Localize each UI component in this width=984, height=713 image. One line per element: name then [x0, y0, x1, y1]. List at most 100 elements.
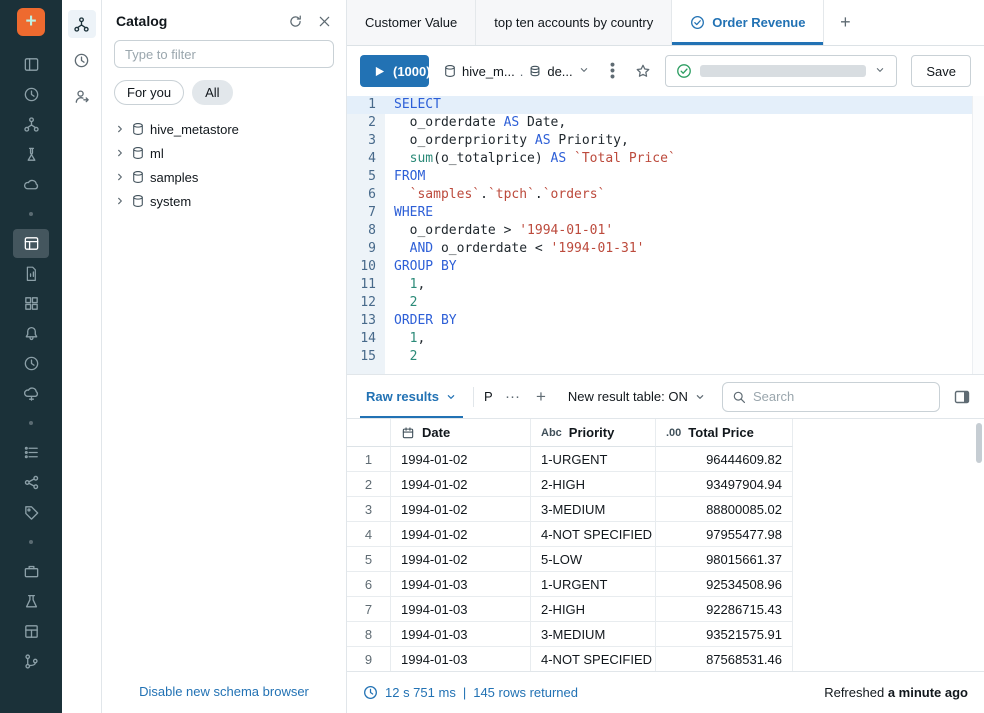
workflows-icon[interactable] [13, 140, 49, 169]
compute-icon[interactable] [13, 170, 49, 199]
table-row[interactable]: 41994-01-024-NOT SPECIFIED97955477.98 [347, 522, 793, 547]
share-icon[interactable] [68, 82, 96, 110]
table-row[interactable]: 31994-01-023-MEDIUM88800085.02 [347, 497, 793, 522]
add-visualization-button[interactable]: + [528, 387, 554, 407]
catalog-schema-selector[interactable]: hive_m... . de... [443, 64, 590, 79]
history-icon[interactable] [68, 46, 96, 74]
apps-icon[interactable] [13, 617, 49, 646]
filter-pill-all[interactable]: All [192, 80, 232, 105]
date-cell[interactable]: 1994-01-02 [391, 497, 531, 522]
filter-pill-for-you[interactable]: For you [114, 80, 184, 105]
tree-item-system[interactable]: system [102, 189, 346, 213]
row-number-cell[interactable]: 7 [347, 597, 391, 622]
new-button[interactable]: + [17, 8, 45, 36]
priority-cell[interactable]: 2-HIGH [531, 597, 656, 622]
editor-line[interactable]: 3 o_orderpriority AS Priority, [347, 132, 984, 150]
chevron-right-icon[interactable] [114, 171, 126, 183]
tab-top-ten-accounts[interactable]: top ten accounts by country [476, 0, 672, 45]
search-input[interactable] [753, 389, 930, 404]
table-row[interactable]: 11994-01-021-URGENT96444609.82 [347, 447, 793, 472]
priority-cell[interactable]: 1-URGENT [531, 447, 656, 472]
editor-line[interactable]: 13ORDER BY [347, 312, 984, 330]
more-options-icon[interactable]: ••• [605, 62, 621, 80]
chevron-right-icon[interactable] [114, 147, 126, 159]
row-number-cell[interactable]: 1 [347, 447, 391, 472]
sql-editor-icon[interactable] [13, 229, 49, 258]
catalog-filter-input[interactable] [114, 40, 334, 68]
warehouse-selector[interactable] [665, 55, 897, 87]
workspace-icon[interactable] [13, 50, 49, 79]
tree-item-hive_metastore[interactable]: hive_metastore [102, 117, 346, 141]
row-number-cell[interactable]: 2 [347, 472, 391, 497]
total-price-cell[interactable]: 93521575.91 [656, 622, 793, 647]
total-price-cell[interactable]: 92286715.43 [656, 597, 793, 622]
column-header-total-price[interactable]: .00 Total Price [656, 419, 793, 447]
schema-browser-icon[interactable] [68, 10, 96, 38]
priority-cell[interactable]: 5-LOW [531, 547, 656, 572]
tree-item-samples[interactable]: samples [102, 165, 346, 189]
repos-icon[interactable] [13, 647, 49, 676]
tree-item-ml[interactable]: ml [102, 141, 346, 165]
tab-truncated[interactable]: P [484, 389, 497, 404]
table-row[interactable]: 71994-01-032-HIGH92286715.43 [347, 597, 793, 622]
priority-cell[interactable]: 3-MEDIUM [531, 497, 656, 522]
editor-line[interactable]: 12 2 [347, 294, 984, 312]
editor-line[interactable]: 9 AND o_orderdate < '1994-01-31' [347, 240, 984, 258]
date-cell[interactable]: 1994-01-02 [391, 472, 531, 497]
editor-line[interactable]: 5FROM [347, 168, 984, 186]
side-panel-toggle-icon[interactable] [953, 388, 971, 406]
recents-icon[interactable] [13, 80, 49, 109]
feature-store-icon[interactable] [13, 498, 49, 527]
total-price-cell[interactable]: 98015661.37 [656, 547, 793, 572]
alerts-icon[interactable] [13, 319, 49, 348]
partner-connect-icon[interactable] [13, 557, 49, 586]
star-icon[interactable] [635, 63, 651, 79]
job-runs-icon[interactable] [13, 438, 49, 467]
editor-line[interactable]: 15 2 [347, 348, 984, 366]
sql-editor[interactable]: 1SELECT2 o_orderdate AS Date,3 o_orderpr… [347, 96, 984, 375]
priority-cell[interactable]: 3-MEDIUM [531, 622, 656, 647]
save-button[interactable]: Save [911, 55, 971, 87]
column-header-priority[interactable]: Abc Priority [531, 419, 656, 447]
chevron-right-icon[interactable] [114, 195, 126, 207]
date-cell[interactable]: 1994-01-02 [391, 522, 531, 547]
refresh-icon[interactable] [288, 14, 303, 29]
total-price-cell[interactable]: 92534508.96 [656, 572, 793, 597]
date-cell[interactable]: 1994-01-02 [391, 447, 531, 472]
table-row[interactable]: 61994-01-031-URGENT92534508.96 [347, 572, 793, 597]
editor-line[interactable]: 11 1, [347, 276, 984, 294]
date-cell[interactable]: 1994-01-03 [391, 647, 531, 671]
row-number-cell[interactable]: 5 [347, 547, 391, 572]
total-price-cell[interactable]: 96444609.82 [656, 447, 793, 472]
table-row[interactable]: 51994-01-025-LOW98015661.37 [347, 547, 793, 572]
priority-cell[interactable]: 4-NOT SPECIFIED [531, 522, 656, 547]
tab-customer-value[interactable]: Customer Value [347, 0, 476, 45]
new-result-table-toggle[interactable]: New result table: ON [568, 389, 706, 404]
editor-scrollbar[interactable] [972, 96, 984, 374]
query-history-icon[interactable] [13, 349, 49, 378]
table-row[interactable]: 81994-01-033-MEDIUM93521575.91 [347, 622, 793, 647]
editor-line[interactable]: 8 o_orderdate > '1994-01-01' [347, 222, 984, 240]
results-scrollbar-thumb[interactable] [976, 423, 982, 463]
table-row[interactable]: 21994-01-022-HIGH93497904.94 [347, 472, 793, 497]
row-number-cell[interactable]: 4 [347, 522, 391, 547]
editor-line[interactable]: 4 sum(o_totalprice) AS `Total Price` [347, 150, 984, 168]
priority-cell[interactable]: 2-HIGH [531, 472, 656, 497]
experiments-icon[interactable] [13, 587, 49, 616]
execution-stats[interactable]: 12 s 751 ms | 145 rows returned [363, 685, 578, 700]
tab-raw-results[interactable]: Raw results [360, 375, 463, 418]
editor-line[interactable]: 14 1, [347, 330, 984, 348]
priority-cell[interactable]: 1-URGENT [531, 572, 656, 597]
tab-order-revenue[interactable]: Order Revenue [672, 0, 824, 45]
row-number-cell[interactable]: 6 [347, 572, 391, 597]
catalog-icon[interactable] [13, 110, 49, 139]
run-button[interactable]: (1000) [360, 55, 429, 87]
chevron-right-icon[interactable] [114, 123, 126, 135]
editor-line[interactable]: 10GROUP BY [347, 258, 984, 276]
row-number-cell[interactable]: 3 [347, 497, 391, 522]
date-cell[interactable]: 1994-01-03 [391, 597, 531, 622]
date-cell[interactable]: 1994-01-03 [391, 572, 531, 597]
editor-line[interactable]: 7WHERE [347, 204, 984, 222]
sql-warehouses-icon[interactable] [13, 379, 49, 408]
editor-line[interactable]: 1SELECT [347, 96, 984, 114]
